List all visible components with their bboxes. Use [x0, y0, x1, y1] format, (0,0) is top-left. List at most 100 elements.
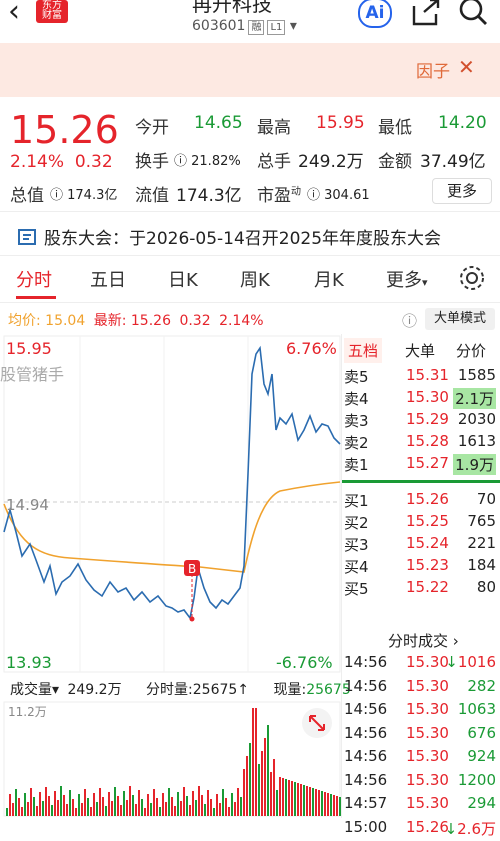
- volume-bar: [333, 795, 335, 816]
- volume-bar: [228, 807, 230, 816]
- bid-volume: 70: [476, 490, 496, 508]
- ai-button[interactable]: Ai: [358, 0, 392, 28]
- volume-header: 成交量▾ 249.2万 分时量:25675↑ 现量:25675: [10, 682, 351, 698]
- tab-five-day[interactable]: 五日: [90, 266, 126, 292]
- tick-label: 15:00: [344, 817, 388, 836]
- tab-five-levels[interactable]: 五档: [344, 338, 383, 363]
- volume-bar: [90, 807, 92, 816]
- volume-bar: [81, 803, 83, 816]
- tab-big-orders[interactable]: 大单: [405, 340, 435, 361]
- bid-volume: 221: [467, 534, 496, 552]
- y-bottom-pct-label: -6.76%: [276, 653, 333, 672]
- ask-row: 卖3 15.29 2030: [344, 410, 498, 432]
- volume-bar: [237, 788, 239, 816]
- tick-label: 14:56: [344, 747, 388, 765]
- volume-bar: [222, 789, 224, 816]
- volume-bar: [285, 779, 287, 816]
- announcement-text[interactable]: 股东大会：于2026-05-14召开2025年年度股东大会: [44, 224, 441, 249]
- ask-row: 卖4 15.30 2.1万: [344, 388, 498, 410]
- volume-bar: [309, 787, 311, 816]
- volume-chart[interactable]: 11.2万: [0, 700, 342, 818]
- volume-selector[interactable]: 成交量▾: [10, 682, 59, 698]
- volume-bar: [252, 708, 254, 816]
- ticks-title[interactable]: 分时成交 ›: [388, 630, 459, 651]
- search-icon[interactable]: [456, 0, 490, 30]
- volume-bar: [42, 801, 44, 816]
- last-price: 15.26: [10, 108, 119, 152]
- pe-label: 市盈动: [257, 186, 301, 206]
- volume-bar: [132, 795, 134, 816]
- amount-value: 37.49亿: [420, 152, 486, 172]
- volume-bar: [51, 805, 53, 816]
- volume-bar: [36, 806, 38, 816]
- volume-bar: [234, 802, 236, 816]
- volume-bar: [231, 793, 233, 816]
- volume-bar: [18, 798, 20, 816]
- promo-banner[interactable]: 因子 ✕: [0, 43, 500, 97]
- help-icon[interactable]: ⓘ: [402, 310, 417, 331]
- tick-label: 14:56: [344, 653, 388, 671]
- volume-bar: [291, 781, 293, 816]
- volume-bar: [63, 795, 65, 816]
- bid-label: 买4: [344, 558, 369, 576]
- volume-bar: [264, 738, 266, 816]
- low-label: 最低: [378, 118, 412, 138]
- volume-bar: [159, 807, 161, 816]
- open-value: 14.65: [194, 113, 243, 133]
- tab-intraday[interactable]: 分时: [16, 266, 52, 292]
- volume-bar: [192, 791, 194, 816]
- bid-label: 买3: [344, 536, 369, 554]
- bid-label: 买5: [344, 580, 369, 598]
- volume-bar: [48, 796, 50, 816]
- tick-row: 14:56 15.30 924: [344, 747, 498, 770]
- more-button[interactable]: 更多: [432, 178, 492, 204]
- volume-bar: [282, 778, 284, 816]
- volume-bar: [9, 794, 11, 816]
- volume-bars: [6, 708, 341, 816]
- change-info: 2.14% 0.32: [10, 152, 113, 172]
- ask-row: 卖5 15.31 1585: [344, 366, 498, 388]
- tick-price: 15.30: [406, 700, 449, 718]
- volume-bar: [321, 791, 323, 816]
- high-value: 15.95: [316, 113, 365, 133]
- back-icon[interactable]: ‹: [8, 0, 20, 29]
- tick-volume: 676: [467, 723, 496, 742]
- tab-more[interactable]: 更多▾: [386, 266, 428, 292]
- volume-bar: [177, 792, 179, 816]
- bid-row: 买2 15.25 765: [344, 512, 498, 534]
- tab-weekly-k[interactable]: 周K: [240, 266, 270, 292]
- tab-price-distribution[interactable]: 分价: [456, 340, 486, 361]
- volume-bar: [210, 799, 212, 816]
- volume-bar: [126, 800, 128, 816]
- volume-bar: [213, 808, 215, 816]
- tick-label: 14:56: [344, 676, 388, 695]
- tick-row: 14:56 15.30 282: [344, 677, 498, 700]
- level-tag: L1: [267, 20, 286, 35]
- bid-price: 15.25: [406, 512, 449, 530]
- banner-close-icon[interactable]: ✕: [458, 55, 475, 79]
- volume-bar: [336, 796, 338, 816]
- average-price-line: [3, 481, 341, 573]
- volume-bar: [243, 769, 245, 816]
- stock-code: 603601 融 L1 ▾: [192, 18, 297, 35]
- tab-monthly-k[interactable]: 月K: [314, 266, 344, 292]
- big-order-mode-button[interactable]: 大单模式: [425, 308, 495, 330]
- high-label: 最高: [257, 118, 291, 138]
- settings-gear-icon[interactable]: [458, 264, 486, 292]
- volume-bar: [96, 802, 98, 816]
- tick-price: 15.30: [406, 723, 449, 742]
- share-icon[interactable]: [410, 0, 440, 26]
- tick-price: 15.30: [406, 676, 449, 695]
- ask-label: 卖3: [344, 412, 369, 430]
- tick-volume: 282: [467, 676, 496, 695]
- banner-text: 因子: [416, 62, 450, 82]
- volume-bar: [327, 793, 329, 816]
- volume-bar: [186, 796, 188, 816]
- intraday-chart[interactable]: 股管猪手 B 15.95 6.76% 14.94 13.93 -6.76%: [0, 334, 342, 676]
- tab-daily-k[interactable]: 日K: [168, 266, 198, 292]
- volume-bar: [15, 789, 17, 816]
- volume-bar: [27, 802, 29, 816]
- tick-label: 14:56: [344, 700, 388, 718]
- ask-price: 15.30: [406, 388, 449, 406]
- bid-row: 买4 15.23 184: [344, 556, 498, 578]
